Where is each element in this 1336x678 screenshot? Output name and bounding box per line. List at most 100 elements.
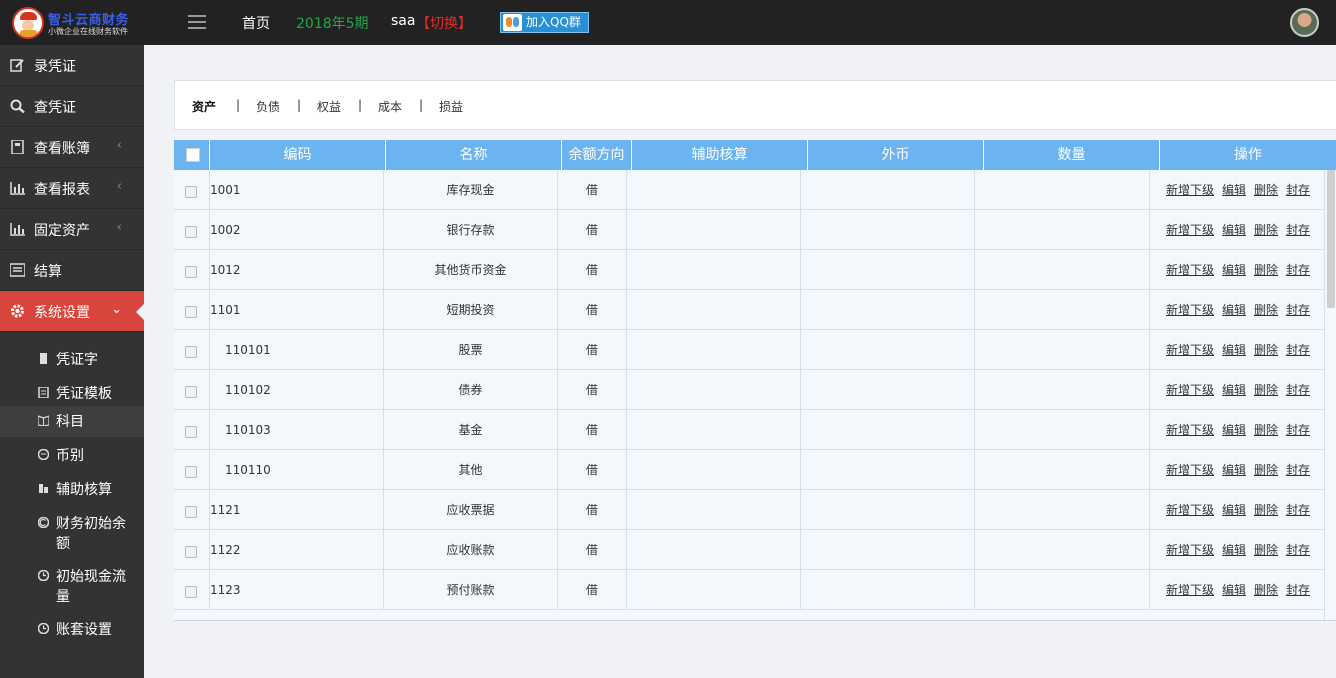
table-row[interactable]: 1012 其他货币资金 借 新增下级 编辑 删除 封存 bbox=[174, 250, 1324, 290]
row-action-delete[interactable]: 删除 bbox=[1254, 223, 1278, 237]
row-action-archive[interactable]: 封存 bbox=[1286, 423, 1310, 437]
sidebar-item-reports[interactable]: 查看报表 ‹ bbox=[0, 168, 144, 209]
tab-cost[interactable]: 成本 bbox=[378, 98, 402, 115]
row-checkbox[interactable] bbox=[185, 466, 197, 478]
table-row[interactable]: 110101 股票 借 新增下级 编辑 删除 封存 bbox=[174, 330, 1324, 370]
table-row[interactable]: 110103 基金 借 新增下级 编辑 删除 封存 bbox=[174, 410, 1324, 450]
row-checkbox[interactable] bbox=[185, 386, 197, 398]
row-action-delete[interactable]: 删除 bbox=[1254, 263, 1278, 277]
row-action-edit[interactable]: 编辑 bbox=[1222, 263, 1246, 277]
sidebar-item-fixed-assets[interactable]: 固定资产 ‹ bbox=[0, 209, 144, 250]
tab-equity[interactable]: 权益 bbox=[317, 98, 341, 115]
row-action-add-child[interactable]: 新增下级 bbox=[1166, 543, 1214, 557]
row-action-add-child[interactable]: 新增下级 bbox=[1166, 423, 1214, 437]
row-action-add-child[interactable]: 新增下级 bbox=[1166, 383, 1214, 397]
row-action-edit[interactable]: 编辑 bbox=[1222, 463, 1246, 477]
table-row[interactable]: 1101 短期投资 借 新增下级 编辑 删除 封存 bbox=[174, 290, 1324, 330]
row-action-delete[interactable]: 删除 bbox=[1254, 423, 1278, 437]
row-action-delete[interactable]: 删除 bbox=[1254, 543, 1278, 557]
row-action-delete[interactable]: 删除 bbox=[1254, 303, 1278, 317]
row-action-delete[interactable]: 删除 bbox=[1254, 383, 1278, 397]
row-action-archive[interactable]: 封存 bbox=[1286, 263, 1310, 277]
row-action-archive[interactable]: 封存 bbox=[1286, 503, 1310, 517]
tab-liabilities[interactable]: 负债 bbox=[256, 98, 280, 115]
row-checkbox[interactable] bbox=[185, 266, 197, 278]
row-checkbox[interactable] bbox=[185, 306, 197, 318]
row-action-edit[interactable]: 编辑 bbox=[1222, 503, 1246, 517]
row-action-edit[interactable]: 编辑 bbox=[1222, 223, 1246, 237]
row-action-edit[interactable]: 编辑 bbox=[1222, 583, 1246, 597]
row-action-edit[interactable]: 编辑 bbox=[1222, 543, 1246, 557]
nav-home-link[interactable]: 首页 bbox=[242, 13, 270, 33]
row-action-delete[interactable]: 删除 bbox=[1254, 503, 1278, 517]
row-action-archive[interactable]: 封存 bbox=[1286, 303, 1310, 317]
row-checkbox[interactable] bbox=[185, 186, 197, 198]
row-action-delete[interactable]: 删除 bbox=[1254, 343, 1278, 357]
sidebar-subitem-account-set-settings[interactable]: 账套设置 bbox=[0, 614, 144, 648]
table-row[interactable]: 1002 银行存款 借 新增下级 编辑 删除 封存 bbox=[174, 210, 1324, 250]
column-header[interactable]: 名称 bbox=[385, 140, 561, 170]
table-row[interactable]: 110102 债券 借 新增下级 编辑 删除 封存 bbox=[174, 370, 1324, 410]
row-action-add-child[interactable]: 新增下级 bbox=[1166, 183, 1214, 197]
sidebar-subitem-voucher-word[interactable]: 凭证字 bbox=[0, 344, 144, 378]
table-row[interactable]: 1123 预付账款 借 新增下级 编辑 删除 封存 bbox=[174, 570, 1324, 610]
user-avatar[interactable] bbox=[1290, 8, 1319, 37]
row-action-add-child[interactable]: 新增下级 bbox=[1166, 223, 1214, 237]
row-action-edit[interactable]: 编辑 bbox=[1222, 183, 1246, 197]
logo[interactable]: 智斗云商财务 小微企业在线财务软件 bbox=[12, 7, 142, 39]
row-checkbox[interactable] bbox=[185, 586, 197, 598]
row-action-archive[interactable]: 封存 bbox=[1286, 543, 1310, 557]
table-row[interactable]: 1001 库存现金 借 新增下级 编辑 删除 封存 bbox=[174, 170, 1324, 210]
sidebar-item-settlement[interactable]: 结算 bbox=[0, 250, 144, 291]
table-row[interactable]: 110110 其他 借 新增下级 编辑 删除 封存 bbox=[174, 450, 1324, 490]
sidebar-item-enter-voucher[interactable]: 录凭证 bbox=[0, 45, 144, 86]
column-header[interactable]: 辅助核算 bbox=[631, 140, 807, 170]
row-action-delete[interactable]: 删除 bbox=[1254, 583, 1278, 597]
column-header[interactable]: 编码 bbox=[209, 140, 385, 170]
sidebar-subitem-initial-cashflow[interactable]: 初始现金流量 bbox=[0, 561, 144, 613]
row-action-archive[interactable]: 封存 bbox=[1286, 343, 1310, 357]
row-action-edit[interactable]: 编辑 bbox=[1222, 343, 1246, 357]
row-action-archive[interactable]: 封存 bbox=[1286, 223, 1310, 237]
row-action-add-child[interactable]: 新增下级 bbox=[1166, 463, 1214, 477]
sidebar-subitem-auxiliary[interactable]: 辅助核算 bbox=[0, 474, 144, 508]
select-all-checkbox[interactable] bbox=[186, 148, 200, 162]
column-header[interactable]: 数量 bbox=[983, 140, 1159, 170]
table-row[interactable]: 1121 应收票据 借 新增下级 编辑 删除 封存 bbox=[174, 490, 1324, 530]
switch-account-link[interactable]: 【切换】 bbox=[416, 13, 472, 33]
row-checkbox[interactable] bbox=[185, 546, 197, 558]
row-checkbox[interactable] bbox=[185, 346, 197, 358]
menu-toggle-icon[interactable] bbox=[188, 15, 206, 29]
row-action-add-child[interactable]: 新增下级 bbox=[1166, 303, 1214, 317]
row-action-edit[interactable]: 编辑 bbox=[1222, 303, 1246, 317]
row-checkbox[interactable] bbox=[185, 226, 197, 238]
row-action-edit[interactable]: 编辑 bbox=[1222, 383, 1246, 397]
row-action-add-child[interactable]: 新增下级 bbox=[1166, 343, 1214, 357]
column-header[interactable]: 外币 bbox=[807, 140, 983, 170]
row-action-archive[interactable]: 封存 bbox=[1286, 583, 1310, 597]
row-checkbox[interactable] bbox=[185, 426, 197, 438]
sidebar-item-system-settings[interactable]: 系统设置 ⌄ bbox=[0, 291, 145, 332]
column-header[interactable]: 余额方向 bbox=[561, 140, 631, 170]
table-row[interactable]: 1122 应收账款 借 新增下级 编辑 删除 封存 bbox=[174, 530, 1324, 570]
scrollbar-thumb[interactable] bbox=[1327, 170, 1335, 308]
row-action-add-child[interactable]: 新增下级 bbox=[1166, 503, 1214, 517]
sidebar-item-ledgers[interactable]: 查看账簿 ‹ bbox=[0, 127, 144, 168]
join-qq-group-button[interactable]: 加入QQ群 bbox=[500, 12, 589, 33]
sidebar-item-view-voucher[interactable]: 查凭证 bbox=[0, 86, 144, 127]
tab-profit-loss[interactable]: 损益 bbox=[439, 98, 463, 115]
row-action-edit[interactable]: 编辑 bbox=[1222, 423, 1246, 437]
row-action-archive[interactable]: 封存 bbox=[1286, 463, 1310, 477]
row-action-add-child[interactable]: 新增下级 bbox=[1166, 263, 1214, 277]
row-action-delete[interactable]: 删除 bbox=[1254, 463, 1278, 477]
row-action-archive[interactable]: 封存 bbox=[1286, 383, 1310, 397]
sidebar-subitem-initial-balance[interactable]: 财务初始余额 bbox=[0, 508, 144, 560]
tab-assets[interactable]: 资产 bbox=[192, 98, 216, 115]
row-checkbox[interactable] bbox=[185, 506, 197, 518]
sidebar-subitem-accounts[interactable]: 科目 bbox=[0, 406, 144, 437]
row-action-delete[interactable]: 删除 bbox=[1254, 183, 1278, 197]
sidebar-subitem-currency[interactable]: 币别 bbox=[0, 440, 144, 474]
table-scrollbar[interactable] bbox=[1324, 170, 1336, 620]
row-action-archive[interactable]: 封存 bbox=[1286, 183, 1310, 197]
row-action-add-child[interactable]: 新增下级 bbox=[1166, 583, 1214, 597]
